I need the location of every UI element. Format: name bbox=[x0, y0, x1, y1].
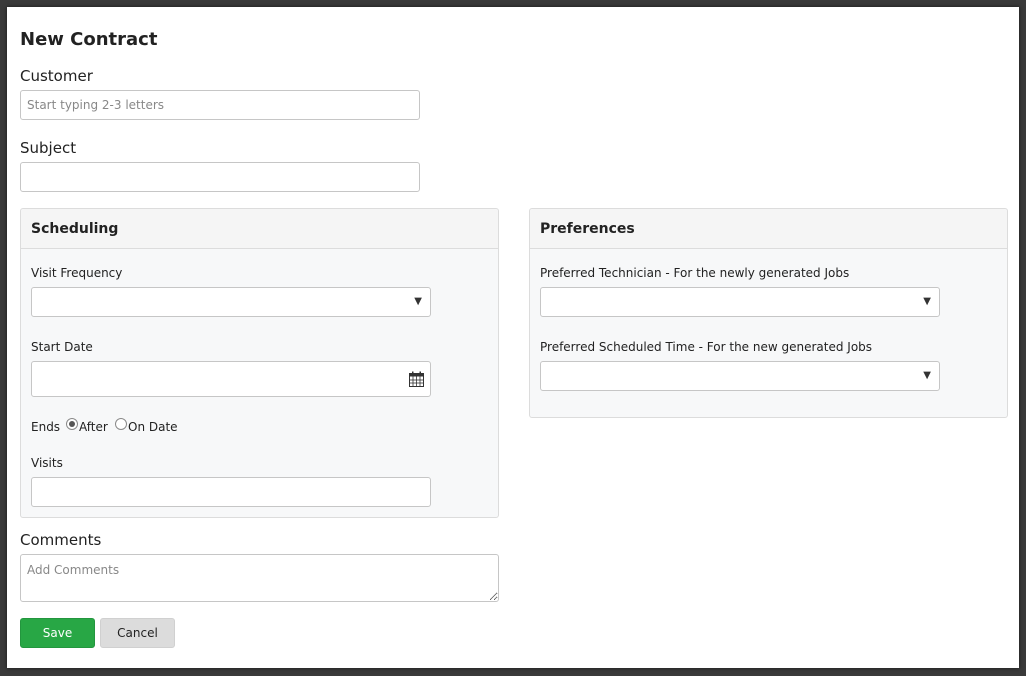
preferred-technician-select[interactable]: ▼ bbox=[540, 287, 940, 317]
visit-frequency-label: Visit Frequency bbox=[31, 266, 123, 280]
visits-input[interactable] bbox=[31, 477, 431, 507]
cancel-button[interactable]: Cancel bbox=[100, 618, 175, 648]
start-date-label: Start Date bbox=[31, 340, 93, 354]
start-date-input[interactable] bbox=[31, 361, 431, 397]
subject-input[interactable] bbox=[20, 162, 420, 192]
visit-frequency-select[interactable]: ▼ bbox=[31, 287, 431, 317]
preferences-panel: Preferences Preferred Technician - For t… bbox=[529, 208, 1008, 418]
comments-label: Comments bbox=[20, 531, 102, 549]
scheduling-panel-header: Scheduling bbox=[21, 209, 498, 249]
preferred-time-select[interactable]: ▼ bbox=[540, 361, 940, 391]
preferred-time-label: Preferred Scheduled Time - For the new g… bbox=[540, 340, 873, 354]
ends-label: Ends bbox=[31, 420, 61, 434]
comments-textarea[interactable] bbox=[20, 554, 499, 602]
scheduling-panel: Scheduling Visit Frequency ▼ Start Date … bbox=[20, 208, 499, 518]
customer-input[interactable] bbox=[20, 90, 420, 120]
scheduling-title: Scheduling bbox=[31, 221, 119, 237]
preferred-technician-label: Preferred Technician - For the newly gen… bbox=[540, 266, 850, 280]
preferences-title: Preferences bbox=[540, 221, 635, 237]
save-button[interactable]: Save bbox=[20, 618, 95, 648]
ends-on-date-label[interactable]: On Date bbox=[128, 420, 178, 434]
calendar-icon[interactable] bbox=[409, 371, 424, 387]
page-title: New Contract bbox=[20, 29, 158, 50]
visits-label: Visits bbox=[31, 456, 63, 470]
preferences-panel-header: Preferences bbox=[530, 209, 1007, 249]
caret-down-icon: ▼ bbox=[414, 296, 422, 307]
ends-on-date-radio[interactable] bbox=[115, 418, 127, 430]
ends-after-radio[interactable] bbox=[66, 418, 78, 430]
new-contract-dialog: New Contract Customer Subject Scheduling… bbox=[7, 7, 1019, 668]
subject-label: Subject bbox=[20, 139, 77, 157]
caret-down-icon: ▼ bbox=[923, 370, 931, 381]
ends-after-label[interactable]: After bbox=[79, 420, 108, 434]
caret-down-icon: ▼ bbox=[923, 296, 931, 307]
customer-label: Customer bbox=[20, 67, 93, 85]
